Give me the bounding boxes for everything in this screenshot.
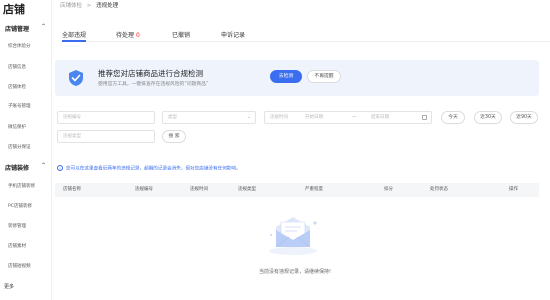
- banner-title: 推荐您对店铺商品进行合规检测: [98, 69, 203, 78]
- filter-today-button[interactable]: 今天: [441, 111, 465, 124]
- tab-label: 已撤销: [172, 32, 191, 39]
- go-check-button[interactable]: 去检测: [270, 70, 302, 83]
- column-header-violation-time: 违规时间: [190, 187, 208, 192]
- column-header-violation-type: 违规类型: [238, 187, 256, 192]
- tab-bar: 全部违规 待处理 0 已撤销 申诉记录: [62, 24, 550, 42]
- column-header-points: 扣分: [384, 187, 393, 192]
- field-placeholder: 类型: [168, 115, 177, 120]
- empty-state-text: 当前没有违规记录，请继续保持!: [258, 269, 331, 275]
- date-range-separator: —: [352, 115, 357, 120]
- empty-envelope-icon: [269, 217, 317, 255]
- sidebar-item-store-check[interactable]: 店铺体检: [8, 84, 26, 90]
- breadcrumb-current: 违规处理: [96, 3, 119, 9]
- date-start-placeholder: 开始日期: [305, 115, 323, 120]
- breadcrumb-separator: >: [86, 3, 92, 9]
- sidebar-item-wechat-protect[interactable]: 微信保护: [8, 124, 26, 130]
- notice-text: 您可以在这里查看近两年的违规记录，超期的记录会消失，但对您店铺没有任何影响。: [66, 166, 241, 172]
- violation-date-range[interactable]: 违规时间 开始日期 — 结束日期: [264, 111, 432, 124]
- violation-type-input[interactable]: 违规类型: [57, 130, 155, 143]
- column-header-penalty-status: 处罚状态: [430, 187, 448, 192]
- sidebar-group-label: 店铺管理: [5, 26, 30, 33]
- tab-count-badge: 0: [135, 32, 140, 39]
- sidebar-item-decoration-manage[interactable]: 装修管理: [8, 223, 26, 229]
- sidebar: 店铺 店铺管理 ⌃ 综合体验分 店铺信息 店铺体检 子账号管理 微信保护 店铺分…: [0, 0, 52, 300]
- sidebar-item-sub-accounts[interactable]: 子账号管理: [8, 103, 31, 109]
- type-select[interactable]: 类型 ⌄: [162, 111, 256, 124]
- chevron-up-icon: ⌃: [41, 23, 47, 30]
- filter-last30-button[interactable]: 近30天: [474, 111, 502, 124]
- chevron-down-icon: ⌄: [246, 114, 251, 120]
- tab-revoked[interactable]: 已撤销: [172, 30, 190, 39]
- search-button[interactable]: 搜 索: [162, 130, 186, 143]
- sidebar-item-rating[interactable]: 综合体验分: [8, 43, 31, 49]
- sidebar-more[interactable]: 更多: [4, 283, 14, 290]
- breadcrumb: 店铺体检 > 违规处理: [60, 1, 118, 9]
- tab-appeal-records[interactable]: 申诉记录: [221, 30, 245, 39]
- table-header: 店铺名称 违规编号 违规时间 违规类型 严重程度 扣分 处罚状态 操作: [55, 183, 539, 197]
- chevron-up-icon: ⌃: [41, 162, 47, 169]
- breadcrumb-parent[interactable]: 店铺体检: [60, 3, 82, 9]
- sidebar-item-pc-decoration[interactable]: PC店铺装修: [8, 203, 32, 209]
- tab-label: 申诉记录: [221, 32, 246, 39]
- sidebar-item-store-info[interactable]: 店铺信息: [8, 64, 26, 70]
- dismiss-reminder-button[interactable]: 不再提醒: [307, 70, 341, 83]
- calendar-icon: [422, 115, 427, 120]
- column-header-actions: 操作: [509, 187, 518, 192]
- column-header-store-name: 店铺名称: [63, 187, 81, 192]
- tab-label: 全部违规: [62, 32, 87, 39]
- sidebar-group-store-management[interactable]: 店铺管理 ⌃: [5, 23, 46, 33]
- sidebar-group-store-decoration[interactable]: 店铺装修 ⌃: [5, 162, 46, 172]
- tab-pending[interactable]: 待处理 0: [116, 30, 140, 39]
- column-header-severity: 严重程度: [305, 187, 323, 192]
- info-icon: i: [57, 165, 63, 171]
- field-placeholder: 违规编号: [63, 115, 81, 120]
- filter-last90-button[interactable]: 近90天: [510, 111, 538, 124]
- date-end-placeholder: 结束日期: [371, 115, 389, 120]
- sidebar-item-deposit[interactable]: 店铺分保证: [8, 144, 31, 150]
- tab-label: 待处理: [116, 32, 135, 39]
- date-range-label: 违规时间: [270, 115, 288, 120]
- sidebar-item-materials[interactable]: 店铺素材: [8, 243, 26, 249]
- sidebar-brand: 店铺: [3, 3, 25, 16]
- sidebar-group-label: 店铺装修: [5, 165, 30, 172]
- banner-subtitle: 使用官方工具，一键排查存在违规风险的“问题商品”: [98, 82, 209, 87]
- shield-check-icon: [69, 70, 83, 86]
- column-header-violation-no: 违规编号: [135, 187, 153, 192]
- tab-all-violations[interactable]: 全部违规: [62, 30, 87, 42]
- sidebar-item-mobile-decoration[interactable]: 手机店铺装修: [8, 183, 35, 189]
- info-notice: i 您可以在这里查看近两年的违规记录，超期的记录会消失，但对您店铺没有任何影响。: [57, 165, 241, 172]
- field-placeholder: 违规类型: [63, 134, 81, 139]
- violation-number-input[interactable]: 违规编号: [57, 111, 155, 124]
